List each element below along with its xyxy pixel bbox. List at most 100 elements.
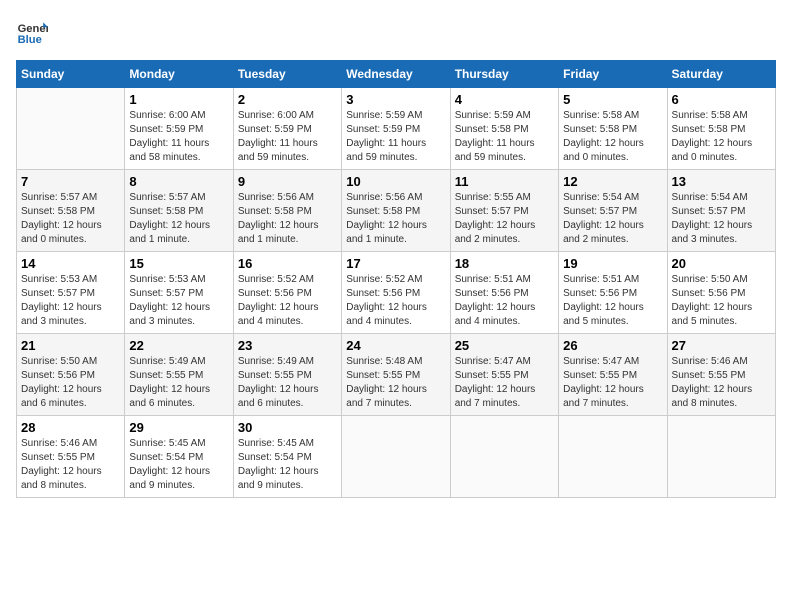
day-number: 24 [346, 338, 445, 353]
day-info: Sunrise: 5:52 AM Sunset: 5:56 PM Dayligh… [238, 273, 337, 329]
day-info: Sunrise: 5:54 AM Sunset: 5:57 PM Dayligh… [672, 191, 771, 247]
page-header: General Blue [16, 16, 776, 48]
day-info: Sunrise: 5:45 AM Sunset: 5:54 PM Dayligh… [238, 437, 337, 493]
calendar-cell: 18 Sunrise: 5:51 AM Sunset: 5:56 PM Dayli… [450, 252, 558, 334]
calendar-cell [342, 416, 450, 498]
day-header-friday: Friday [559, 61, 667, 88]
day-info: Sunrise: 5:46 AM Sunset: 5:55 PM Dayligh… [21, 437, 120, 493]
day-info: Sunrise: 5:48 AM Sunset: 5:55 PM Dayligh… [346, 355, 445, 411]
calendar-cell: 21 Sunrise: 5:50 AM Sunset: 5:56 PM Dayli… [17, 334, 125, 416]
day-info: Sunrise: 5:47 AM Sunset: 5:55 PM Dayligh… [563, 355, 662, 411]
day-number: 29 [129, 420, 228, 435]
day-info: Sunrise: 5:51 AM Sunset: 5:56 PM Dayligh… [563, 273, 662, 329]
calendar-week-2: 7 Sunrise: 5:57 AM Sunset: 5:58 PM Daylig… [17, 170, 776, 252]
calendar-cell: 5 Sunrise: 5:58 AM Sunset: 5:58 PM Daylig… [559, 88, 667, 170]
day-info: Sunrise: 5:50 AM Sunset: 5:56 PM Dayligh… [21, 355, 120, 411]
day-number: 3 [346, 92, 445, 107]
calendar-cell: 16 Sunrise: 5:52 AM Sunset: 5:56 PM Dayli… [233, 252, 341, 334]
day-number: 5 [563, 92, 662, 107]
calendar-cell: 12 Sunrise: 5:54 AM Sunset: 5:57 PM Dayli… [559, 170, 667, 252]
day-number: 14 [21, 256, 120, 271]
calendar-cell: 4Sunrise: 5:59 AM Sunset: 5:58 PM Daylig… [450, 88, 558, 170]
day-header-thursday: Thursday [450, 61, 558, 88]
day-info: Sunrise: 5:53 AM Sunset: 5:57 PM Dayligh… [21, 273, 120, 329]
calendar-week-5: 28Sunrise: 5:46 AM Sunset: 5:55 PM Dayli… [17, 416, 776, 498]
day-header-tuesday: Tuesday [233, 61, 341, 88]
calendar-cell: 25 Sunrise: 5:47 AM Sunset: 5:55 PM Dayli… [450, 334, 558, 416]
day-header-wednesday: Wednesday [342, 61, 450, 88]
calendar-cell: 14 Sunrise: 5:53 AM Sunset: 5:57 PM Dayli… [17, 252, 125, 334]
day-info: Sunrise: 5:52 AM Sunset: 5:56 PM Dayligh… [346, 273, 445, 329]
calendar-cell [450, 416, 558, 498]
calendar-cell [667, 416, 775, 498]
day-number: 30 [238, 420, 337, 435]
day-info: Sunrise: 5:49 AM Sunset: 5:55 PM Dayligh… [129, 355, 228, 411]
day-number: 19 [563, 256, 662, 271]
day-info: Sunrise: 5:45 AM Sunset: 5:54 PM Dayligh… [129, 437, 228, 493]
day-number: 8 [129, 174, 228, 189]
calendar-cell: 11 Sunrise: 5:55 AM Sunset: 5:57 PM Dayli… [450, 170, 558, 252]
day-number: 17 [346, 256, 445, 271]
day-number: 12 [563, 174, 662, 189]
calendar-cell: 7 Sunrise: 5:57 AM Sunset: 5:58 PM Daylig… [17, 170, 125, 252]
day-info: Sunrise: 5:46 AM Sunset: 5:55 PM Dayligh… [672, 355, 771, 411]
calendar-cell: 2 Sunrise: 6:00 AM Sunset: 5:59 PM Daylig… [233, 88, 341, 170]
day-info: Sunrise: 5:56 AM Sunset: 5:58 PM Dayligh… [346, 191, 445, 247]
day-number: 4 [455, 92, 554, 107]
calendar-cell: 9 Sunrise: 5:56 AM Sunset: 5:58 PM Daylig… [233, 170, 341, 252]
day-number: 16 [238, 256, 337, 271]
calendar-cell: 28Sunrise: 5:46 AM Sunset: 5:55 PM Dayli… [17, 416, 125, 498]
day-info: Sunrise: 5:57 AM Sunset: 5:58 PM Dayligh… [129, 191, 228, 247]
day-header-monday: Monday [125, 61, 233, 88]
logo: General Blue [16, 16, 48, 48]
calendar-cell: 8 Sunrise: 5:57 AM Sunset: 5:58 PM Daylig… [125, 170, 233, 252]
day-number: 18 [455, 256, 554, 271]
day-info: Sunrise: 5:53 AM Sunset: 5:57 PM Dayligh… [129, 273, 228, 329]
calendar-cell: 26 Sunrise: 5:47 AM Sunset: 5:55 PM Dayli… [559, 334, 667, 416]
calendar-cell: 6Sunrise: 5:58 AM Sunset: 5:58 PM Daylig… [667, 88, 775, 170]
day-number: 26 [563, 338, 662, 353]
day-number: 20 [672, 256, 771, 271]
calendar-cell: 23 Sunrise: 5:49 AM Sunset: 5:55 PM Dayli… [233, 334, 341, 416]
calendar-cell: 27 Sunrise: 5:46 AM Sunset: 5:55 PM Dayli… [667, 334, 775, 416]
day-number: 7 [21, 174, 120, 189]
calendar-header: SundayMondayTuesdayWednesdayThursdayFrid… [17, 61, 776, 88]
day-info: Sunrise: 5:56 AM Sunset: 5:58 PM Dayligh… [238, 191, 337, 247]
day-info: Sunrise: 5:50 AM Sunset: 5:56 PM Dayligh… [672, 273, 771, 329]
day-number: 6 [672, 92, 771, 107]
day-info: Sunrise: 5:58 AM Sunset: 5:58 PM Dayligh… [563, 109, 662, 165]
day-number: 15 [129, 256, 228, 271]
day-info: Sunrise: 5:55 AM Sunset: 5:57 PM Dayligh… [455, 191, 554, 247]
calendar-cell: 17 Sunrise: 5:52 AM Sunset: 5:56 PM Dayli… [342, 252, 450, 334]
day-number: 27 [672, 338, 771, 353]
day-info: Sunrise: 5:59 AM Sunset: 5:59 PM Dayligh… [346, 109, 445, 165]
day-number: 21 [21, 338, 120, 353]
svg-text:Blue: Blue [18, 34, 42, 46]
calendar-cell: 10 Sunrise: 5:56 AM Sunset: 5:58 PM Dayli… [342, 170, 450, 252]
day-info: Sunrise: 6:00 AM Sunset: 5:59 PM Dayligh… [238, 109, 337, 165]
day-number: 13 [672, 174, 771, 189]
calendar-cell [559, 416, 667, 498]
day-info: Sunrise: 5:49 AM Sunset: 5:55 PM Dayligh… [238, 355, 337, 411]
day-info: Sunrise: 5:47 AM Sunset: 5:55 PM Dayligh… [455, 355, 554, 411]
calendar-cell: 22 Sunrise: 5:49 AM Sunset: 5:55 PM Dayli… [125, 334, 233, 416]
day-header-saturday: Saturday [667, 61, 775, 88]
day-number: 25 [455, 338, 554, 353]
day-number: 9 [238, 174, 337, 189]
calendar-cell: 1 Sunrise: 6:00 AM Sunset: 5:59 PM Daylig… [125, 88, 233, 170]
calendar-cell [17, 88, 125, 170]
day-number: 11 [455, 174, 554, 189]
day-number: 2 [238, 92, 337, 107]
day-number: 23 [238, 338, 337, 353]
day-number: 10 [346, 174, 445, 189]
day-info: Sunrise: 6:00 AM Sunset: 5:59 PM Dayligh… [129, 109, 228, 165]
calendar-cell: 3 Sunrise: 5:59 AM Sunset: 5:59 PM Daylig… [342, 88, 450, 170]
calendar-cell: 29 Sunrise: 5:45 AM Sunset: 5:54 PM Dayli… [125, 416, 233, 498]
calendar-week-3: 14 Sunrise: 5:53 AM Sunset: 5:57 PM Dayli… [17, 252, 776, 334]
day-number: 22 [129, 338, 228, 353]
day-info: Sunrise: 5:54 AM Sunset: 5:57 PM Dayligh… [563, 191, 662, 247]
day-info: Sunrise: 5:51 AM Sunset: 5:56 PM Dayligh… [455, 273, 554, 329]
day-number: 1 [129, 92, 228, 107]
calendar-cell: 24 Sunrise: 5:48 AM Sunset: 5:55 PM Dayli… [342, 334, 450, 416]
day-info: Sunrise: 5:57 AM Sunset: 5:58 PM Dayligh… [21, 191, 120, 247]
